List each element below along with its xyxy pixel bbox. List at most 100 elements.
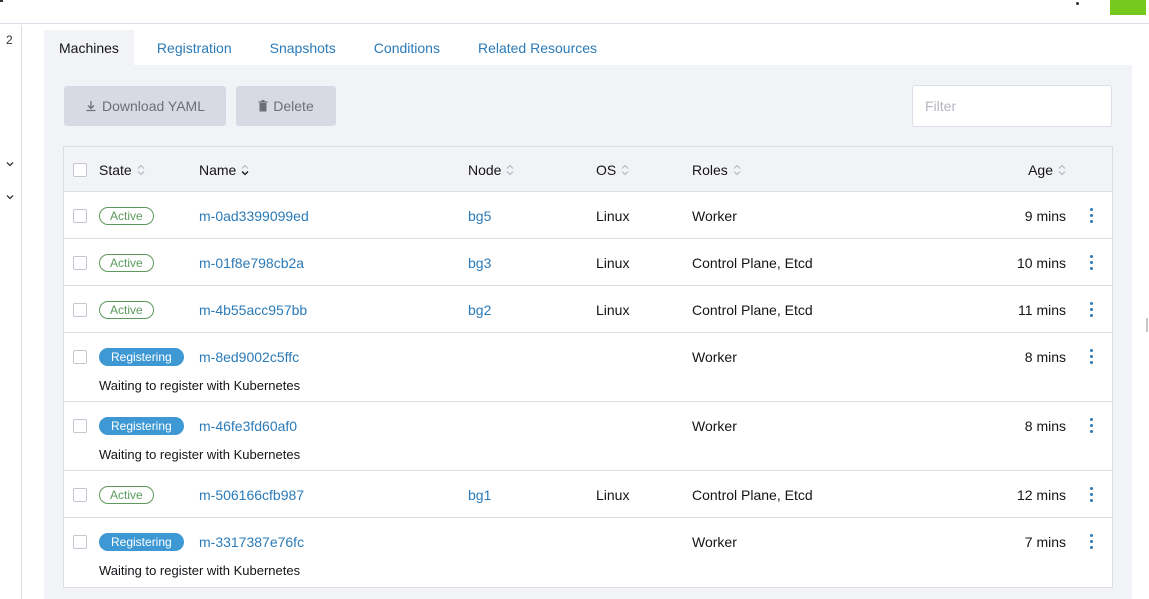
header-node-label: Node xyxy=(468,161,502,178)
row-message: Waiting to register with Kubernetes xyxy=(99,378,301,393)
row-message: Waiting to register with Kubernetes xyxy=(99,563,301,578)
machine-name-link[interactable]: m-3317387e76fc xyxy=(199,534,304,550)
row-actions-icon[interactable] xyxy=(1089,208,1093,223)
row-checkbox[interactable] xyxy=(73,534,87,549)
roles-cell: Worker xyxy=(692,533,737,550)
node-link[interactable]: bg1 xyxy=(468,487,491,503)
header-age[interactable]: Age xyxy=(1028,147,1066,192)
trash-icon xyxy=(258,100,268,112)
delete-label: Delete xyxy=(273,98,314,114)
header-more-icon[interactable] xyxy=(1072,0,1084,8)
header-os[interactable]: OS xyxy=(596,147,629,192)
scrollbar-thumb[interactable] xyxy=(1146,318,1148,332)
download-yaml-button[interactable]: Download YAML xyxy=(64,86,226,126)
header-age-label: Age xyxy=(1028,161,1053,178)
machine-name-link[interactable]: m-4b55acc957bb xyxy=(199,302,307,318)
tab-bar: Machines Registration Snapshots Conditio… xyxy=(44,30,1132,65)
table-row: Active m-506166cfb987 bg1 Linux Control Plan… xyxy=(64,471,1112,518)
top-bar xyxy=(0,0,1149,24)
tab-conditions[interactable]: Conditions xyxy=(359,30,455,65)
status-badge: Active xyxy=(99,300,154,319)
table-header: State Name Node OS Roles Age xyxy=(64,147,1112,192)
status-badge: Registering xyxy=(99,416,184,435)
age-cell: 10 mins xyxy=(1016,254,1066,271)
header-state[interactable]: State xyxy=(99,147,145,192)
roles-cell: Worker xyxy=(692,207,737,224)
node-link[interactable]: bg2 xyxy=(468,302,491,318)
row-actions-icon[interactable] xyxy=(1089,534,1093,549)
sort-icon xyxy=(1058,164,1066,176)
status-badge: Active xyxy=(99,253,154,272)
age-cell: 11 mins xyxy=(1018,301,1066,318)
tab-snapshots[interactable]: Snapshots xyxy=(255,30,351,65)
os-cell: Linux xyxy=(596,207,630,224)
row-actions-icon[interactable] xyxy=(1089,302,1093,317)
row-checkbox[interactable] xyxy=(73,302,87,317)
machines-panel: Machines Registration Snapshots Conditio… xyxy=(44,30,1132,599)
row-actions-icon[interactable] xyxy=(1089,487,1093,502)
row-checkbox[interactable] xyxy=(73,418,87,433)
download-yaml-label: Download YAML xyxy=(102,98,205,114)
row-checkbox[interactable] xyxy=(73,208,87,223)
table-row: Registering m-3317387e76fc Worker 7 mins Wai… xyxy=(64,518,1112,587)
row-actions-icon[interactable] xyxy=(1089,418,1093,433)
status-badge: Registering xyxy=(99,347,184,366)
roles-cell: Worker xyxy=(692,417,737,434)
roles-cell: Worker xyxy=(692,348,737,365)
sort-icon xyxy=(733,164,741,176)
machine-name-link[interactable]: m-8ed9002c5ffc xyxy=(199,349,299,365)
table-row: Registering m-46fe3fd60af0 Worker 8 mins Wai… xyxy=(64,402,1112,471)
header-roles[interactable]: Roles xyxy=(692,147,741,192)
row-actions-icon[interactable] xyxy=(1089,255,1093,270)
left-rail: 2 xyxy=(0,25,22,599)
sort-down-icon xyxy=(241,164,249,176)
table-body: Active m-0ad3399099ed bg5 Linux Worker 9 mins… xyxy=(64,192,1112,587)
os-cell: Linux xyxy=(596,486,630,503)
header-node[interactable]: Node xyxy=(468,147,514,192)
header-state-label: State xyxy=(99,161,132,178)
roles-cell: Control Plane, Etcd xyxy=(692,486,813,503)
os-cell: Linux xyxy=(596,254,630,271)
status-badge: Registering xyxy=(99,532,184,551)
age-cell: 7 mins xyxy=(1024,533,1066,550)
filter-input[interactable] xyxy=(912,85,1112,127)
header-roles-label: Roles xyxy=(692,161,728,178)
machine-name-link[interactable]: m-01f8e798cb2a xyxy=(199,255,304,271)
tab-related-resources[interactable]: Related Resources xyxy=(463,30,612,65)
node-link[interactable]: bg3 xyxy=(468,255,491,271)
row-actions-icon[interactable] xyxy=(1089,349,1093,364)
row-checkbox[interactable] xyxy=(73,255,87,270)
machines-table: State Name Node OS Roles Age Active m-0a… xyxy=(63,146,1113,588)
chevron-down-icon[interactable] xyxy=(5,159,15,169)
sort-icon xyxy=(506,164,514,176)
table-row: Active m-4b55acc957bb bg2 Linux Control Plan… xyxy=(64,286,1112,333)
age-cell: 12 mins xyxy=(1016,486,1066,503)
sort-icon xyxy=(621,164,629,176)
os-cell: Linux xyxy=(596,301,630,318)
header-name[interactable]: Name xyxy=(199,147,249,192)
status-badge: Active xyxy=(99,485,154,504)
node-link[interactable]: bg5 xyxy=(468,208,491,224)
row-checkbox[interactable] xyxy=(73,487,87,502)
status-badge: Active xyxy=(99,206,154,225)
table-row: Registering m-8ed9002c5ffc Worker 8 mins Wai… xyxy=(64,333,1112,402)
machine-name-link[interactable]: m-0ad3399099ed xyxy=(199,208,309,224)
download-icon xyxy=(85,100,97,112)
sort-icon xyxy=(137,164,145,176)
chevron-down-icon[interactable] xyxy=(5,192,15,202)
corner-mark xyxy=(0,0,3,2)
age-cell: 9 mins xyxy=(1024,207,1066,224)
delete-button[interactable]: Delete xyxy=(236,86,336,126)
tab-machines[interactable]: Machines xyxy=(44,30,134,65)
sidebar-count: 2 xyxy=(6,33,13,47)
roles-cell: Control Plane, Etcd xyxy=(692,301,813,318)
tab-registration[interactable]: Registration xyxy=(142,30,247,65)
row-checkbox[interactable] xyxy=(73,349,87,364)
machine-name-link[interactable]: m-46fe3fd60af0 xyxy=(199,418,297,434)
select-all-checkbox[interactable] xyxy=(73,162,87,177)
table-row: Active m-0ad3399099ed bg5 Linux Worker 9 mins xyxy=(64,192,1112,239)
machine-name-link[interactable]: m-506166cfb987 xyxy=(199,487,304,503)
row-message: Waiting to register with Kubernetes xyxy=(99,447,301,462)
accent-button[interactable] xyxy=(1110,0,1146,15)
age-cell: 8 mins xyxy=(1024,348,1066,365)
